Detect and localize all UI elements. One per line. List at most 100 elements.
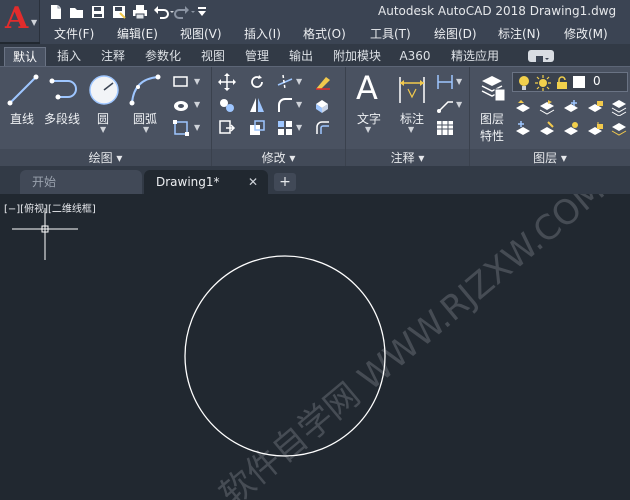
copy-icon[interactable] (218, 96, 236, 114)
redo-icon[interactable] (174, 4, 195, 20)
layer-walk-icon[interactable] (610, 121, 628, 139)
leader-icon[interactable] (436, 96, 454, 114)
tab-featured-apps[interactable]: 精选应用 (442, 47, 508, 66)
save-icon[interactable] (90, 4, 106, 20)
new-tab-button[interactable]: + (274, 173, 296, 191)
tab-a360[interactable]: A360 (394, 47, 436, 66)
layer-properties-label-line1[interactable]: 图层 (480, 110, 504, 127)
rectangle-icon[interactable] (172, 73, 190, 91)
layer-lock-icon[interactable] (586, 98, 604, 116)
layer-dropdown[interactable]: 0 (512, 72, 628, 92)
close-icon[interactable]: ✕ (248, 170, 258, 194)
ribbon-display-toggle-button[interactable] (528, 50, 554, 62)
rectangle-dropdown-icon[interactable]: ▼ (194, 77, 200, 86)
explode-icon[interactable] (314, 96, 332, 114)
fillet-dropdown-icon[interactable]: ▼ (296, 100, 302, 109)
file-tab-start[interactable]: 开始 (20, 170, 142, 194)
layer-properties-icon[interactable] (478, 73, 506, 103)
menu-format[interactable]: 格式(O) (303, 24, 346, 44)
open-folder-icon[interactable] (69, 4, 85, 20)
menu-draw[interactable]: 绘图(D) (434, 24, 477, 44)
application-menu-button[interactable]: A ▼ (0, 0, 40, 42)
arc-icon[interactable] (128, 73, 162, 107)
layer-isolate-icon[interactable] (538, 98, 556, 116)
trim-dropdown-icon[interactable]: ▼ (296, 77, 302, 86)
polyline-tool-label[interactable]: 多段线 (44, 110, 80, 127)
canvas-drawing: 软件自学网 WWW.RJZXW.COM (12, 194, 613, 500)
array-icon[interactable] (276, 119, 294, 137)
layer-unlock-icon[interactable] (586, 121, 604, 139)
menu-edit[interactable]: 编辑(E) (117, 24, 158, 44)
tab-insert[interactable]: 插入 (50, 47, 88, 66)
tab-annotate[interactable]: 注释 (94, 47, 132, 66)
erase-icon[interactable] (314, 73, 332, 91)
quick-access-toolbar (48, 3, 211, 21)
lightbulb-icon[interactable] (517, 75, 531, 91)
file-tab-drawing1[interactable]: Drawing1* ✕ (144, 170, 268, 194)
customize-dropdown-icon[interactable] (195, 4, 211, 20)
print-icon[interactable] (132, 4, 148, 20)
layer-off-icon[interactable] (514, 98, 532, 116)
table-icon[interactable] (436, 119, 454, 137)
save-as-icon[interactable] (111, 4, 127, 20)
text-tool-icon[interactable]: A (356, 69, 378, 107)
panel-annotation-title[interactable]: 注释 ▾ (346, 149, 469, 167)
polyline-icon[interactable] (48, 73, 82, 107)
scale-icon[interactable] (248, 119, 266, 137)
circle-tool-icon[interactable] (87, 73, 121, 107)
layer-properties-label-line2[interactable]: 特性 (480, 127, 504, 144)
layer-thaw-icon[interactable] (562, 121, 580, 139)
hatch-icon[interactable] (172, 96, 190, 114)
linear-dimension-icon[interactable] (436, 73, 454, 91)
sun-icon[interactable] (535, 75, 551, 91)
dimension-tool-icon[interactable] (396, 73, 428, 107)
menu-dimension[interactable]: 标注(N) (498, 24, 540, 44)
leader-dropdown-icon[interactable]: ▼ (456, 100, 462, 109)
array-dropdown-icon[interactable]: ▼ (296, 123, 302, 132)
text-dropdown-icon[interactable]: ▼ (365, 125, 371, 134)
line-tool-label[interactable]: 直线 (10, 110, 34, 127)
circle-dropdown-icon[interactable]: ▼ (100, 125, 106, 134)
dimension-dropdown-icon[interactable]: ▼ (408, 125, 414, 134)
tab-default[interactable]: 默认 (4, 47, 46, 66)
hatch-dropdown-icon[interactable]: ▼ (194, 100, 200, 109)
tab-manage[interactable]: 管理 (238, 47, 276, 66)
watermark-text: 软件自学网 WWW.RJZXW.COM (212, 194, 612, 500)
panel-modify-title[interactable]: 修改 ▾ (212, 149, 345, 167)
new-file-icon[interactable] (48, 4, 64, 20)
offset-icon[interactable] (314, 119, 332, 137)
panel-draw-title[interactable]: 绘图 ▾ (0, 149, 211, 167)
file-tab-start-label: 开始 (32, 175, 57, 189)
fillet-icon[interactable] (276, 96, 294, 114)
move-icon[interactable] (218, 73, 236, 91)
chevron-down-icon: ▼ (31, 18, 38, 27)
drawing-canvas[interactable]: [−][俯视][二维线框] 软件自学网 WWW.RJZXW.COM (0, 194, 630, 500)
tab-view[interactable]: 视图 (194, 47, 232, 66)
tab-output[interactable]: 输出 (282, 47, 320, 66)
match-layer-icon[interactable] (538, 121, 556, 139)
mirror-icon[interactable] (248, 96, 266, 114)
menu-insert[interactable]: 插入(I) (244, 24, 281, 44)
file-tab-bar: 开始 Drawing1* ✕ + (0, 166, 630, 194)
trim-icon[interactable] (276, 73, 294, 91)
unlock-icon[interactable] (555, 76, 569, 90)
menu-view[interactable]: 视图(V) (180, 24, 222, 44)
undo-icon[interactable] (153, 4, 174, 20)
panel-layers-title[interactable]: 图层 ▾ (470, 149, 630, 167)
region-dropdown-icon[interactable]: ▼ (194, 123, 200, 132)
tab-parametric[interactable]: 参数化 (138, 47, 188, 66)
linear-dimension-dropdown-icon[interactable]: ▼ (456, 77, 462, 86)
menu-file[interactable]: 文件(F) (54, 24, 94, 44)
stretch-icon[interactable] (218, 119, 236, 137)
region-icon[interactable] (172, 119, 190, 137)
line-icon[interactable] (6, 73, 40, 107)
layer-freeze-icon[interactable] (562, 98, 580, 116)
menu-modify[interactable]: 修改(M) (564, 24, 608, 44)
make-current-layer-icon[interactable] (514, 121, 532, 139)
menu-tools[interactable]: 工具(T) (370, 24, 411, 44)
autocad-logo-icon: A (5, 1, 29, 36)
layer-states-icon[interactable] (610, 98, 628, 116)
tab-addins[interactable]: 附加模块 (326, 47, 388, 66)
rotate-icon[interactable] (248, 73, 266, 91)
arc-dropdown-icon[interactable]: ▼ (143, 125, 149, 134)
